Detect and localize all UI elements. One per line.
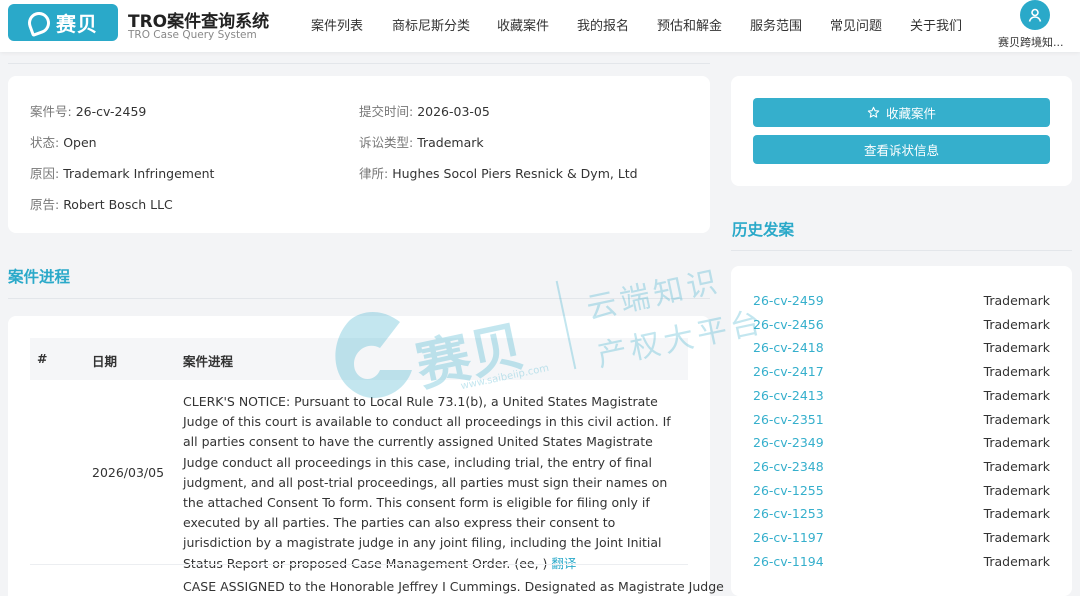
history-case-type: Trademark	[983, 340, 1050, 355]
history-case-type: Trademark	[983, 530, 1050, 545]
nav-settlement-estimate[interactable]: 预估和解金	[657, 15, 722, 34]
history-case-link[interactable]: 26-cv-1197	[753, 530, 824, 545]
progress-row-1-text: CLERK'S NOTICE: Pursuant to Local Rule 7…	[183, 392, 683, 574]
case-actions-card: 收藏案件 查看诉状信息	[731, 76, 1072, 186]
nav-favorites[interactable]: 收藏案件	[497, 15, 549, 34]
header-divider	[8, 63, 710, 64]
history-case-link[interactable]: 26-cv-2349	[753, 435, 824, 450]
history-case-link[interactable]: 26-cv-2413	[753, 388, 824, 403]
status-row: 状态: Open	[30, 132, 97, 151]
law-firm-value: Hughes Socol Piers Resnick & Dym, Ltd	[392, 166, 638, 181]
star-icon	[867, 106, 880, 118]
nav-faq[interactable]: 常见问题	[830, 15, 882, 34]
filed-date-value: 2026-03-05	[417, 104, 490, 119]
progress-divider	[8, 298, 710, 299]
user-name[interactable]: 赛贝跨境知...	[998, 34, 1064, 50]
nav-service-scope[interactable]: 服务范围	[750, 15, 802, 34]
status-value: Open	[63, 135, 97, 150]
history-case-link[interactable]: 26-cv-2456	[753, 317, 824, 332]
nav-my-registrations[interactable]: 我的报名	[577, 15, 629, 34]
case-info-card: 案件号: 26-cv-2459 提交时间: 2026-03-05 状态: Ope…	[8, 76, 710, 233]
lawsuit-type-label: 诉讼类型:	[359, 135, 418, 150]
nav-about[interactable]: 关于我们	[910, 15, 962, 34]
history-case-type: Trademark	[983, 459, 1050, 474]
cause-row: 原因: Trademark Infringement	[30, 163, 214, 182]
case-number-value: 26-cv-2459	[75, 104, 147, 119]
history-case-link[interactable]: 26-cv-2459	[753, 293, 824, 308]
row-separator	[30, 564, 688, 565]
lawsuit-type-value: Trademark	[417, 135, 484, 150]
nav-nice-class[interactable]: 商标尼斯分类	[392, 15, 470, 34]
favorite-case-label: 收藏案件	[885, 106, 936, 121]
history-case-type: Trademark	[983, 317, 1050, 332]
plaintiff-row: 原告: Robert Bosch LLC	[30, 194, 173, 213]
progress-row-2-text: CASE ASSIGNED to the Honorable Jeffrey I…	[183, 579, 724, 594]
main-nav: 案件列表 商标尼斯分类 收藏案件 我的报名 预估和解金 服务范围 常见问题 关于…	[0, 15, 1080, 34]
history-title: 历史发案	[732, 221, 795, 239]
col-index-header: #	[37, 351, 48, 366]
progress-title: 案件进程	[8, 268, 71, 286]
history-case-link[interactable]: 26-cv-1255	[753, 483, 824, 498]
progress-row-1-date: 2026/03/05	[92, 465, 165, 480]
view-complaint-label: 查看诉状信息	[863, 143, 939, 158]
filed-date-label: 提交时间:	[359, 104, 418, 119]
lawsuit-type-row: 诉讼类型: Trademark	[359, 132, 484, 151]
favorite-case-button[interactable]: 收藏案件	[753, 98, 1050, 127]
history-case-link[interactable]: 26-cv-2348	[753, 459, 824, 474]
status-label: 状态:	[30, 135, 64, 150]
cause-value: Trademark Infringement	[63, 166, 215, 181]
col-date-header: 日期	[92, 354, 118, 369]
history-case-type: Trademark	[983, 388, 1050, 403]
law-firm-row: 律所: Hughes Socol Piers Resnick & Dym, Lt…	[359, 163, 638, 182]
progress-table-header: # 日期 案件进程	[30, 338, 688, 380]
top-header: 赛贝 TRO案件查询系统 TRO Case Query System 案件列表 …	[0, 0, 1080, 52]
history-case-type: Trademark	[983, 412, 1050, 427]
history-case-type: Trademark	[983, 554, 1050, 569]
history-case-type: Trademark	[983, 364, 1050, 379]
law-firm-label: 律所:	[359, 166, 393, 181]
history-case-link[interactable]: 26-cv-2418	[753, 340, 824, 355]
history-divider	[731, 250, 1072, 251]
case-number-label: 案件号:	[30, 104, 76, 119]
progress-row-1-content: CLERK'S NOTICE: Pursuant to Local Rule 7…	[183, 394, 671, 571]
history-card: 26-cv-2459 Trademark 26-cv-2456 Trademark 26…	[731, 266, 1072, 596]
history-case-type: Trademark	[983, 506, 1050, 521]
plaintiff-label: 原告:	[30, 197, 64, 212]
nav-case-list[interactable]: 案件列表	[311, 15, 363, 34]
history-case-link[interactable]: 26-cv-2417	[753, 364, 824, 379]
user-avatar[interactable]	[1020, 0, 1050, 30]
view-complaint-button[interactable]: 查看诉状信息	[753, 135, 1050, 164]
history-case-link[interactable]: 26-cv-1194	[753, 554, 824, 569]
progress-card: # 日期 案件进程 2026/03/05 CLERK'S NOTICE: Pur…	[8, 316, 724, 596]
col-progress-header: 案件进程	[183, 354, 234, 369]
history-case-link[interactable]: 26-cv-2351	[753, 412, 824, 427]
history-case-type: Trademark	[983, 293, 1050, 308]
history-case-link[interactable]: 26-cv-1253	[753, 506, 824, 521]
cause-label: 原因:	[30, 166, 64, 181]
user-icon	[1028, 8, 1042, 22]
history-case-type: Trademark	[983, 435, 1050, 450]
history-case-type: Trademark	[983, 483, 1050, 498]
case-number-row: 案件号: 26-cv-2459	[30, 101, 146, 120]
plaintiff-value: Robert Bosch LLC	[63, 197, 173, 212]
filed-date-row: 提交时间: 2026-03-05	[359, 101, 490, 120]
